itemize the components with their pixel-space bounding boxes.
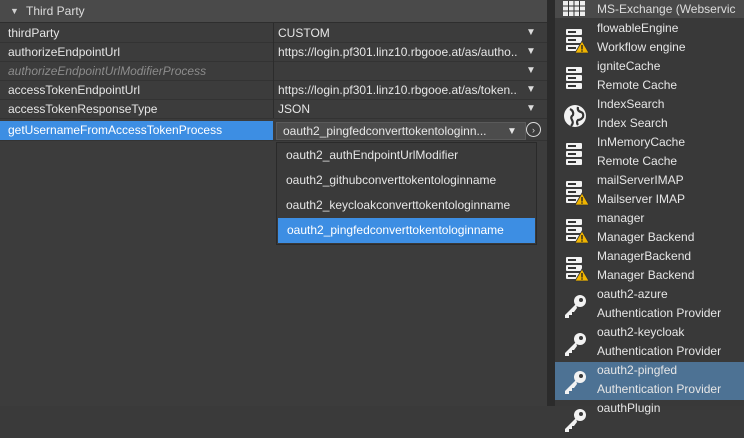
resource-list: MS-Exchange (Webservic flowableEngine Wor… [555,0,744,432]
property-row-authorize-endpoint-modifier[interactable]: authorizeEndpointUrlModifierProcess ▼ [0,61,547,81]
process-dropdown-list: oauth2_authEndpointUrlModifier oauth2_gi… [276,142,537,245]
column-divider [273,99,274,118]
property-value[interactable]: JSON [278,102,518,116]
property-row-third-party[interactable]: thirdParty CUSTOM ▼ [0,23,547,43]
list-item-label: MS-Exchange (Webservic [597,2,736,16]
column-divider [273,23,274,42]
server-icon [561,64,589,92]
chevron-down-icon[interactable]: ▼ [526,65,536,76]
list-item-name: manager [597,211,645,225]
chevron-down-icon[interactable]: ▼ [526,103,536,114]
chevron-down-icon[interactable]: ▼ [505,126,519,137]
list-item-oauth2-keycloak[interactable]: oauth2-keycloak Authentication Provider [555,324,744,362]
list-item-managerbackend[interactable]: ManagerBackend Manager Backend [555,248,744,286]
list-item-type: Authentication Provider [597,306,722,320]
property-row-access-token-response-type[interactable]: accessTokenResponseType JSON ▼ [0,99,547,119]
list-item-oauth2-azure[interactable]: oauth2-azure Authentication Provider [555,286,744,324]
list-item-name: oauth2-azure [597,287,668,301]
dropdown-option[interactable]: oauth2_keycloakconverttokentologinname [277,193,536,218]
grid-icon [563,1,585,16]
column-divider [273,61,274,80]
server-icon [561,140,589,168]
property-key: thirdParty [8,25,60,40]
property-key: accessTokenResponseType [8,101,158,116]
property-key: accessTokenEndpointUrl [8,82,141,97]
property-panel: ▼ Third Party thirdParty CUSTOM ▼ author… [0,0,547,406]
list-item-name: IndexSearch [597,97,665,111]
server-warning-icon [561,216,590,244]
list-item-name: oauth2-keycloak [597,325,685,339]
property-key: authorizeEndpointUrlModifierProcess [8,63,207,78]
list-item-name: oauthPlugin [597,401,661,415]
section-header-third-party[interactable]: ▼ Third Party [0,0,547,23]
list-item-ignitecache[interactable]: igniteCache Remote Cache [555,58,744,96]
server-warning-icon [561,26,590,54]
list-item-name: InMemoryCache [597,135,686,149]
property-value[interactable]: https://login.pf301.linz10.rbgooe.at/as/… [278,45,518,59]
list-item-name: mailServerIMAP [597,173,684,187]
list-item-ms-exchange[interactable]: MS-Exchange (Webservic [555,0,744,18]
property-value[interactable]: CUSTOM [278,26,518,40]
list-item-indexsearch[interactable]: IndexSearch Index Search [555,96,744,134]
chevron-down-icon[interactable]: ▼ [526,46,536,57]
list-item-manager[interactable]: manager Manager Backend [555,210,744,248]
list-item-name: oauth2-pingfed [597,363,678,377]
list-item-oauth2-pingfed[interactable]: oauth2-pingfed Authentication Provider [555,362,744,400]
section-title: Third Party [26,4,85,18]
list-item-type: Remote Cache [597,78,678,92]
property-key: getUsernameFromAccessTokenProcess [0,121,273,140]
list-item-type: Mailserver IMAP [597,192,686,206]
property-key: authorizeEndpointUrl [8,44,121,59]
process-select-value: oauth2_pingfedconverttokentologinn... [283,124,487,138]
server-warning-icon [561,254,590,282]
list-item-name: flowableEngine [597,21,679,35]
list-item-name: ManagerBackend [597,249,692,263]
list-item-type: Remote Cache [597,154,678,168]
property-row-authorize-endpoint-url[interactable]: authorizeEndpointUrl https://login.pf301… [0,42,547,62]
process-select[interactable]: oauth2_pingfedconverttokentologinn... ▼ [276,122,526,140]
list-item-name: igniteCache [597,59,661,73]
list-item-type: Manager Backend [597,230,695,244]
chevron-down-icon[interactable]: ▼ [10,6,20,16]
key-icon [561,368,589,396]
list-item-inmemorycache[interactable]: InMemoryCache Remote Cache [555,134,744,172]
globe-icon [561,102,589,130]
list-item-mailserverimap[interactable]: mailServerIMAP Mailserver IMAP [555,172,744,210]
chevron-down-icon[interactable]: ▼ [526,27,536,38]
key-icon [561,292,589,320]
list-item-type: Workflow engine [597,40,686,54]
list-item-flowableengine[interactable]: flowableEngine Workflow engine [555,20,744,58]
dropdown-option[interactable]: oauth2_authEndpointUrlModifier [277,143,536,168]
list-item-type: Manager Backend [597,268,695,282]
list-item-type: Index Search [597,116,668,130]
list-item-type: Authentication Provider [597,344,722,358]
key-icon [561,330,589,358]
navigate-arrow-icon[interactable]: › [526,122,541,137]
splitter[interactable] [547,0,555,406]
column-divider [273,42,274,61]
dropdown-option-selected[interactable]: oauth2_pingfedconverttokentologinname [278,218,535,243]
dropdown-option[interactable]: oauth2_githubconverttokentologinname [277,168,536,193]
column-divider [273,80,274,99]
server-warning-icon [561,178,590,206]
list-item-type: Authentication Provider [597,382,722,396]
property-row-access-token-endpoint-url[interactable]: accessTokenEndpointUrl https://login.pf3… [0,80,547,100]
chevron-down-icon[interactable]: ▼ [526,84,536,95]
property-value[interactable]: https://login.pf301.linz10.rbgooe.at/as/… [278,83,518,97]
key-icon [561,406,589,434]
